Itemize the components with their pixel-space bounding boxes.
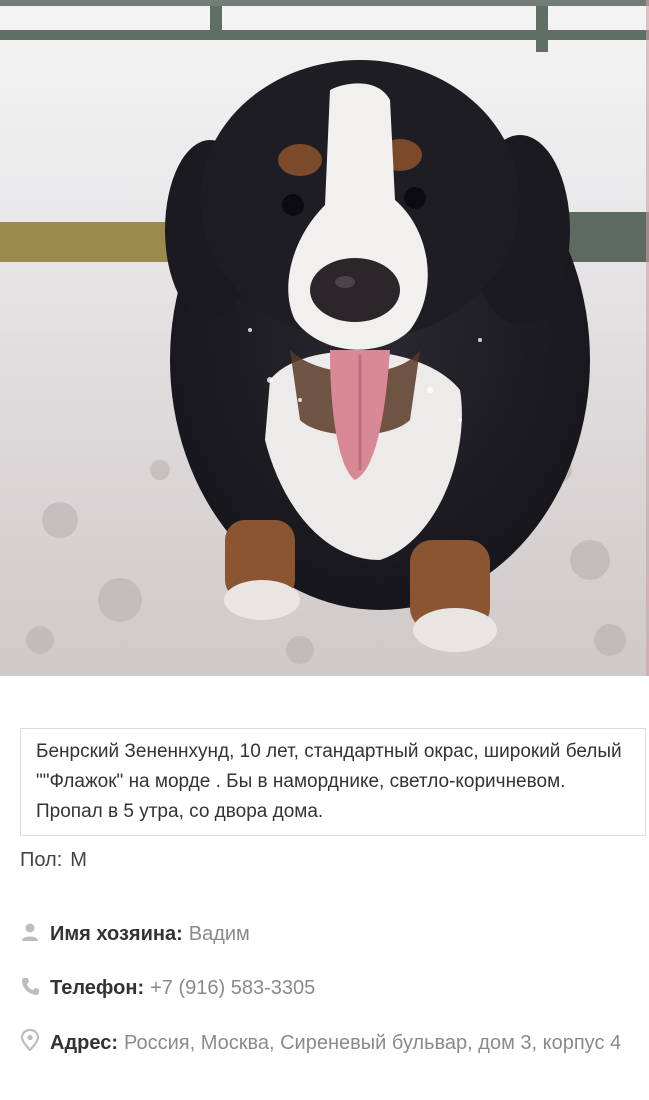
address-row: Адрес: Россия, Москва, Сиреневый бульвар,… [20, 1026, 635, 1060]
owner-value: Вадим [188, 923, 250, 945]
owner-label: Имя хозяина: [50, 923, 183, 945]
gender-field: Пол: М [20, 849, 87, 872]
description-box: Бенрский Зененнхунд, 10 лет, стандартный… [20, 728, 646, 836]
phone-icon [20, 973, 42, 995]
owner-row: Имя хозяина: Вадим [20, 917, 635, 951]
gender-label: Пол: [20, 849, 63, 871]
address-value: Россия, Москва, Сиреневый бульвар, дом 3… [124, 1032, 622, 1054]
description-text: Бенрский Зененнхунд, 10 лет, стандартный… [36, 741, 622, 822]
map-pin-icon [20, 1028, 42, 1052]
phone-label: Телефон: [50, 977, 145, 999]
person-icon [20, 919, 42, 941]
dog-photo [0, 0, 649, 676]
phone-value[interactable]: +7 (916) 583-3305 [150, 977, 315, 999]
phone-row[interactable]: Телефон: +7 (916) 583-3305 [20, 971, 635, 1005]
address-label: Адрес: [50, 1032, 118, 1054]
gender-value: М [70, 849, 87, 871]
